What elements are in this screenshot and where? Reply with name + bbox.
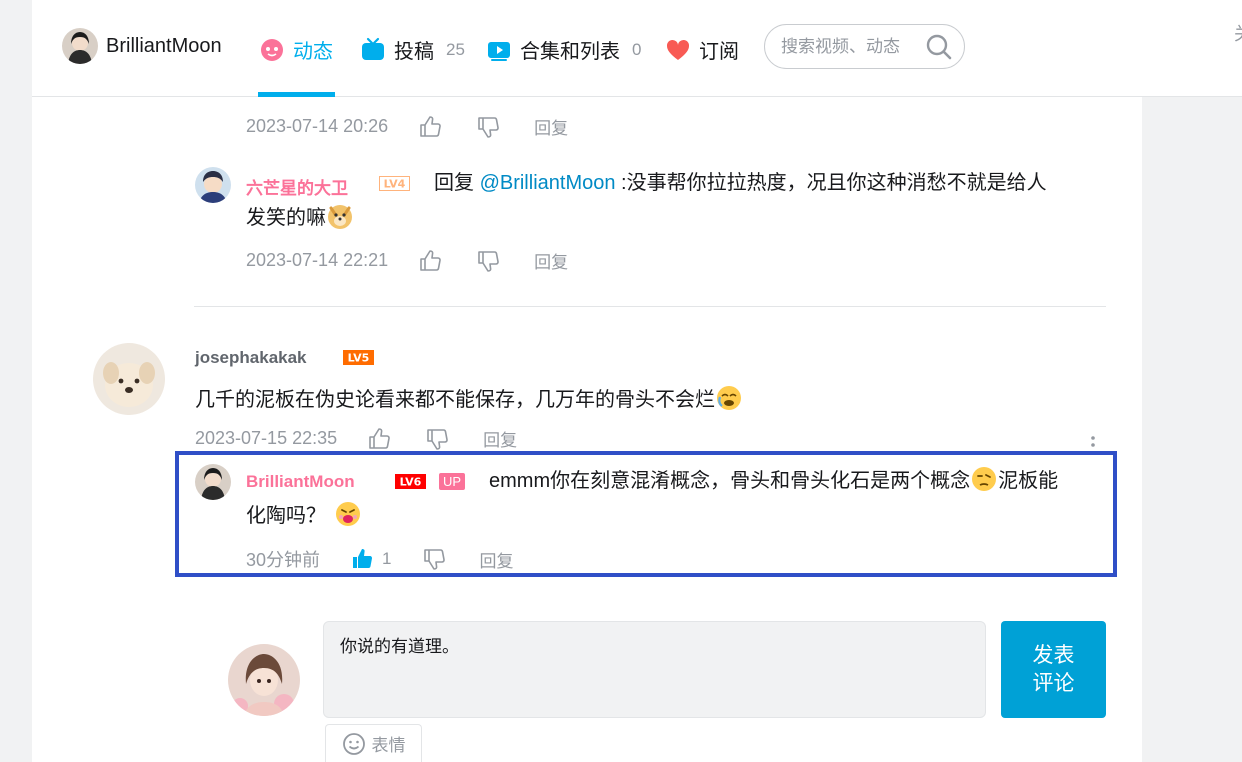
root-time: 2023-07-15 22:35 <box>195 428 338 448</box>
tv-icon <box>360 37 386 63</box>
crying-emoji-icon <box>715 384 743 412</box>
level-badge: LV6 <box>395 474 426 489</box>
submit-comment-label: 发表 评论 <box>1032 643 1075 695</box>
dislike-icon[interactable] <box>476 249 500 273</box>
like-icon-active[interactable] <box>350 547 374 571</box>
tab-dynamic[interactable]: 动态 <box>259 35 333 64</box>
tab-collections-count: 0 <box>632 39 642 59</box>
tab-dynamic-label: 动态 <box>293 41 333 63</box>
comment-divider <box>194 306 1106 307</box>
tab-collections-label: 合集和列表 <box>520 41 620 63</box>
reply-b-time: 2023-07-14 22:21 <box>246 250 389 270</box>
level-badge: LV4 <box>379 176 410 191</box>
reply-prefix: 回复 <box>434 172 480 194</box>
highlighted-reply-text: emmm你在刻意混淆概念，骨头和骨头化石是两个概念 泥板能 <box>489 464 1058 498</box>
mention-link[interactable]: @BrilliantMoon <box>480 172 616 194</box>
reply-button[interactable]: 回复 <box>483 426 517 451</box>
reply-b-line1: :没事帮你拉拉热度，况且你这种消愁不就是给人 <box>615 172 1047 194</box>
reply-b-meta: 2023-07-14 22:21 回复 <box>246 248 568 273</box>
like-count: 1 <box>382 549 392 568</box>
like-icon[interactable] <box>418 115 442 139</box>
dislike-icon[interactable] <box>425 427 449 451</box>
reply-button[interactable]: 回复 <box>534 248 568 273</box>
svg-text:LV5: LV5 <box>348 352 370 365</box>
like-icon[interactable] <box>418 249 442 273</box>
reply-b-line2: 发笑的嘛 <box>246 207 326 229</box>
tab-collections[interactable]: 合集和列表 0 <box>486 35 641 64</box>
dislike-icon[interactable] <box>422 547 446 571</box>
highlighted-reply-text-line2: 化陶吗？ <box>246 499 362 533</box>
submit-comment-button[interactable]: 发表 评论 <box>1001 621 1106 718</box>
reply-b-text-line2: 发笑的嘛 <box>246 201 354 235</box>
svg-text:LV4: LV4 <box>384 178 406 191</box>
highlighted-reply-author[interactable]: BrilliantMoon <box>246 472 355 492</box>
search-box <box>764 24 965 69</box>
dislike-icon[interactable] <box>476 115 500 139</box>
tab-subscriptions-label: 订阅 <box>699 41 739 63</box>
up-badge: UP <box>439 473 465 490</box>
smiley-icon <box>342 732 366 756</box>
tab-uploads-count: 25 <box>446 39 465 59</box>
search-icon[interactable] <box>924 32 954 62</box>
active-tab-indicator <box>258 92 335 97</box>
root-avatar[interactable] <box>93 343 165 415</box>
tab-uploads[interactable]: 投稿 25 <box>360 35 465 64</box>
reply-b-author[interactable]: 六芒星的大卫 <box>246 174 348 199</box>
emoji-button-label: 表情 <box>371 736 406 755</box>
reply-a-time: 2023-07-14 20:26 <box>246 116 389 136</box>
root-text-body: 几千的泥板在伪史论看来都不能保存，几万年的骨头不会烂 <box>195 389 715 411</box>
tab-subscriptions[interactable]: 订阅 <box>665 35 739 64</box>
dynamic-icon <box>259 37 285 63</box>
user-avatar[interactable] <box>62 28 98 64</box>
reply-b-text: 回复 @BrilliantMoon :没事帮你拉拉热度，况且你这种消愁不就是给人 <box>434 166 1114 200</box>
header-username[interactable]: BrilliantMoon <box>106 35 222 58</box>
highlighted-reply-avatar[interactable] <box>195 464 231 500</box>
highlighted-reply-line1: emmm你在刻意混淆概念，骨头和骨头化石是两个概念 <box>489 470 971 492</box>
reply-b-avatar[interactable] <box>195 167 231 203</box>
tab-uploads-label: 投稿 <box>394 41 434 63</box>
root-text: 几千的泥板在伪史论看来都不能保存，几万年的骨头不会烂 <box>195 383 743 417</box>
thinking-emoji-icon <box>970 465 998 493</box>
reply-button[interactable]: 回复 <box>480 547 514 572</box>
highlighted-reply-line1b: 泥板能 <box>998 470 1059 492</box>
highlighted-reply-time: 30分钟前 <box>246 550 321 570</box>
edge-text[interactable]: 关 <box>1234 20 1242 46</box>
doge-emoji-icon <box>326 202 354 230</box>
emoji-button[interactable]: 表情 <box>325 724 422 762</box>
more-options-icon[interactable] <box>1089 434 1097 452</box>
highlighted-reply-line2: 化陶吗？ <box>246 505 326 527</box>
heart-icon <box>665 37 691 63</box>
root-meta: 2023-07-15 22:35 回复 <box>195 426 517 451</box>
svg-text:LV6: LV6 <box>400 476 422 489</box>
current-user-avatar <box>228 644 300 716</box>
play-list-icon <box>486 37 512 63</box>
reply-a-meta: 2023-07-14 20:26 回复 <box>246 114 568 139</box>
like-icon[interactable] <box>367 427 391 451</box>
highlighted-reply-meta: 30分钟前 1 回复 <box>246 546 514 572</box>
reply-button[interactable]: 回复 <box>534 114 568 139</box>
level-badge: LV5 <box>343 350 374 365</box>
space-nav-bar: BrilliantMoon 动态 投稿 25 合集和列表 0 订阅 <box>32 0 1242 97</box>
root-author[interactable]: josephakakak <box>195 348 307 368</box>
tongue-emoji-icon <box>334 500 362 528</box>
comment-input[interactable]: 你说的有道理。 <box>323 621 986 718</box>
search-input[interactable] <box>781 36 921 57</box>
